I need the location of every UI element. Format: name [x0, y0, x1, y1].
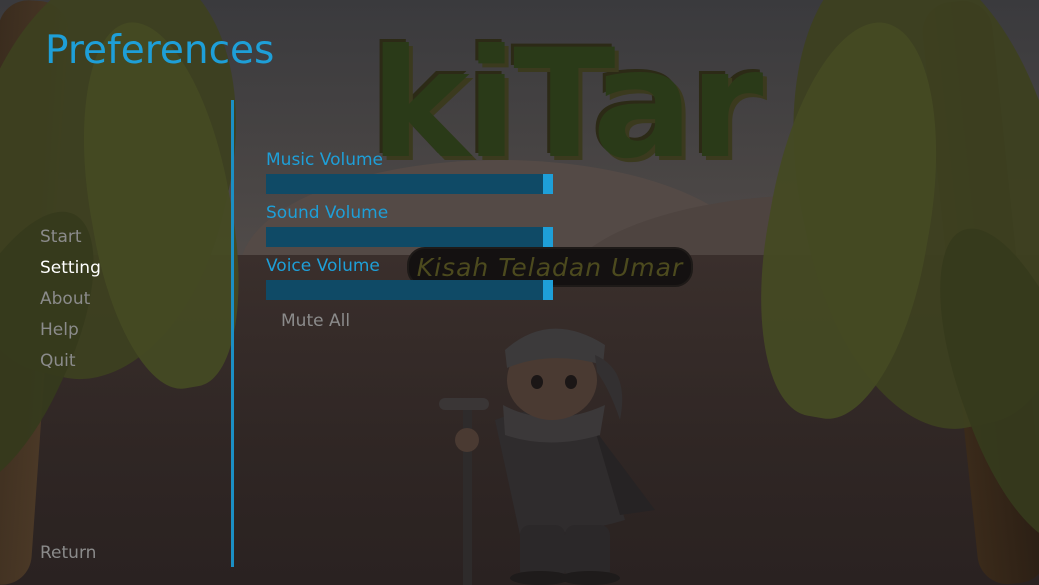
menu-item-about[interactable]: About: [40, 284, 101, 315]
slider-fill: [266, 280, 543, 300]
music-volume-slider[interactable]: [266, 174, 553, 194]
sound-volume-slider[interactable]: [266, 227, 553, 247]
page-title: Preferences: [45, 28, 275, 73]
game-screen: kiTar Kisah Teladan Umar Preferences Sta…: [0, 0, 1039, 585]
menu-item-help[interactable]: Help: [40, 315, 101, 346]
game-logo: kiTar: [370, 18, 763, 192]
slider-fill: [266, 174, 543, 194]
menu-item-start[interactable]: Start: [40, 222, 101, 253]
menu-item-quit[interactable]: Quit: [40, 346, 101, 377]
voice-volume-label: Voice Volume: [266, 256, 380, 276]
menu-item-setting[interactable]: Setting: [40, 253, 101, 284]
voice-volume-slider[interactable]: [266, 280, 553, 300]
character-illustration: [439, 328, 655, 585]
return-button[interactable]: Return: [40, 543, 96, 563]
slider-thumb[interactable]: [543, 280, 553, 300]
music-volume-label: Music Volume: [266, 150, 383, 170]
slider-thumb[interactable]: [543, 227, 553, 247]
slider-thumb[interactable]: [543, 174, 553, 194]
sound-volume-label: Sound Volume: [266, 203, 389, 223]
mute-all-button[interactable]: Mute All: [281, 311, 350, 331]
main-menu: Start Setting About Help Quit: [40, 222, 101, 377]
slider-fill: [266, 227, 543, 247]
menu-divider: [231, 100, 234, 567]
